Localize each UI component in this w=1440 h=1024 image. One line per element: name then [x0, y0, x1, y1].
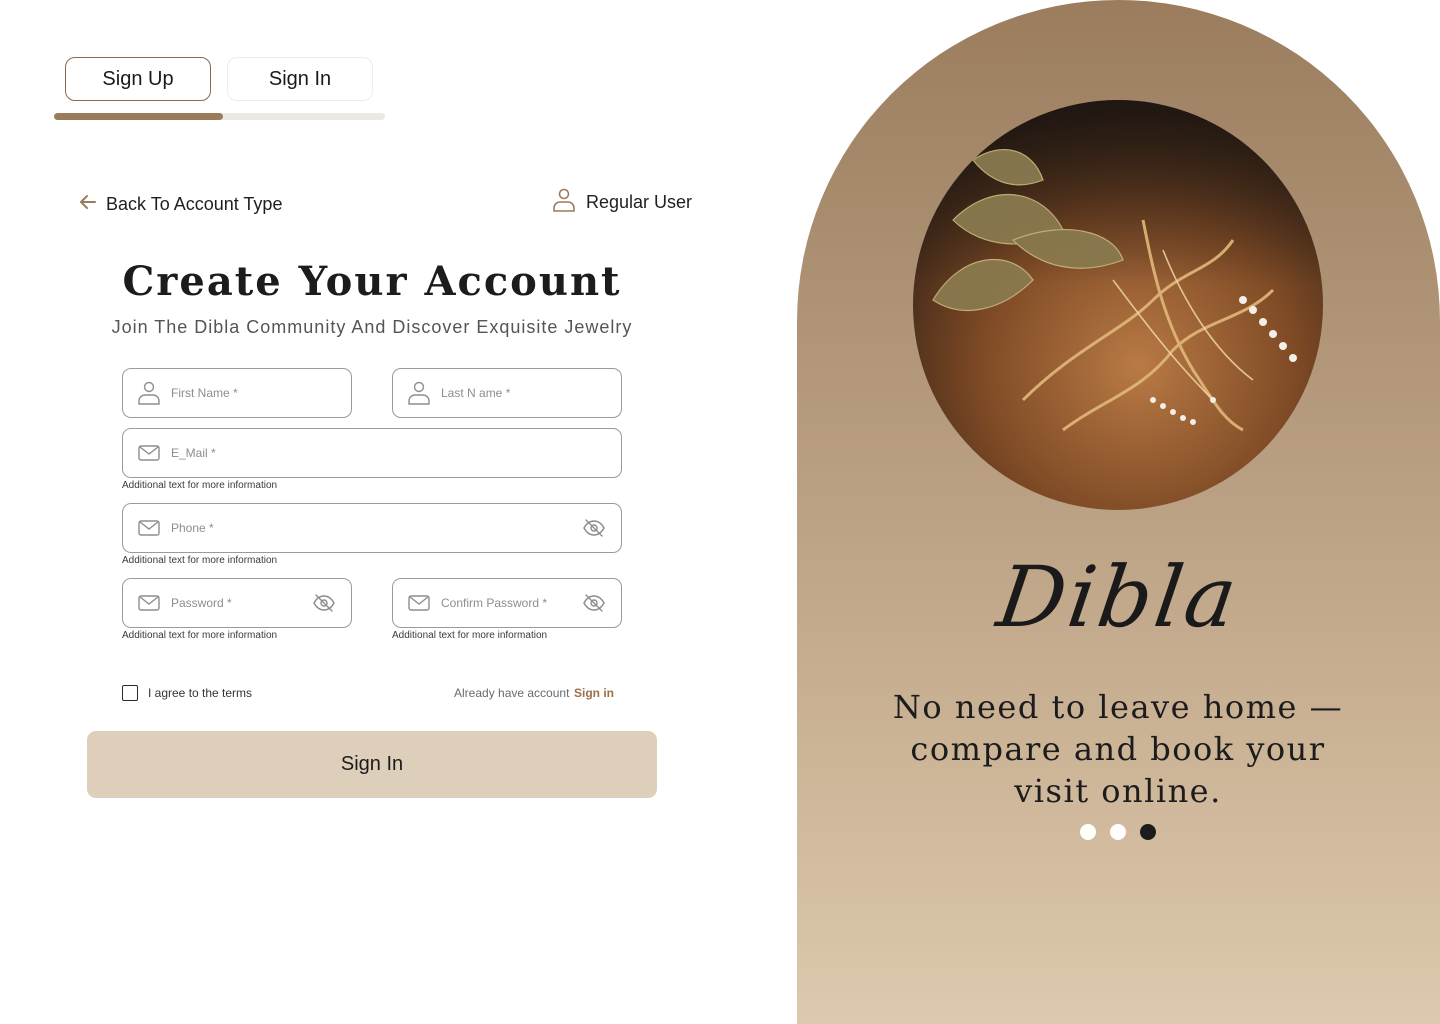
- mail-icon: [137, 440, 161, 466]
- phone-field[interactable]: [122, 503, 622, 553]
- eye-off-icon[interactable]: [583, 594, 605, 612]
- page-title: Create Your Account: [122, 258, 622, 305]
- submit-button[interactable]: Sign In: [87, 731, 657, 798]
- brand-logo: Dibla: [991, 548, 1246, 646]
- terms-checkbox[interactable]: [122, 685, 138, 701]
- confirm-password-input[interactable]: [441, 579, 571, 627]
- mail-icon: [137, 515, 161, 541]
- phone-hint: Additional text for more information: [122, 555, 278, 566]
- mail-icon: [407, 590, 431, 616]
- brand-tagline: No need to leave home — compare and book…: [892, 688, 1344, 810]
- last-name-field[interactable]: [392, 368, 622, 418]
- first-name-field[interactable]: [122, 368, 352, 418]
- eye-off-icon[interactable]: [583, 519, 605, 537]
- first-name-input[interactable]: [171, 369, 301, 417]
- password-field[interactable]: [122, 578, 352, 628]
- password-hint: Additional text for more information: [122, 630, 278, 641]
- terms-label: I agree to the terms: [148, 686, 253, 700]
- tab-sign-in[interactable]: Sign In: [227, 57, 373, 101]
- last-name-input[interactable]: [441, 369, 571, 417]
- user-icon: [407, 380, 431, 406]
- eye-off-icon[interactable]: [313, 594, 335, 612]
- user-type-label: Regular User: [586, 191, 693, 212]
- confirm-password-field[interactable]: [392, 578, 622, 628]
- tab-sign-up[interactable]: Sign Up: [65, 57, 211, 101]
- page-subtitle: Join The Dibla Community And Discover Ex…: [111, 317, 633, 337]
- signup-progress-fill: [54, 113, 223, 120]
- carousel-dots: [1080, 824, 1156, 840]
- back-link-label: Back To Account Type: [106, 193, 283, 214]
- phone-input[interactable]: [171, 504, 571, 552]
- carousel-dot[interactable]: [1140, 824, 1156, 840]
- user-icon: [552, 187, 576, 218]
- sign-in-link[interactable]: Sign in: [574, 686, 614, 700]
- user-icon: [137, 380, 161, 406]
- email-field[interactable]: [122, 428, 622, 478]
- mail-icon: [137, 590, 161, 616]
- arrow-left-icon: [78, 192, 98, 217]
- already-have-account-label: Already have account: [454, 686, 570, 700]
- carousel-dot[interactable]: [1080, 824, 1096, 840]
- back-to-account-type-link[interactable]: Back To Account Type: [78, 190, 282, 218]
- jewelry-photo: [913, 100, 1323, 510]
- password-input[interactable]: [171, 579, 301, 627]
- user-type-indicator: Regular User: [552, 188, 692, 216]
- carousel-dot[interactable]: [1110, 824, 1126, 840]
- email-input[interactable]: [171, 429, 571, 477]
- email-hint: Additional text for more information: [122, 480, 278, 491]
- confirm-password-hint: Additional text for more information: [392, 630, 548, 641]
- signup-progress-bar: [54, 113, 385, 120]
